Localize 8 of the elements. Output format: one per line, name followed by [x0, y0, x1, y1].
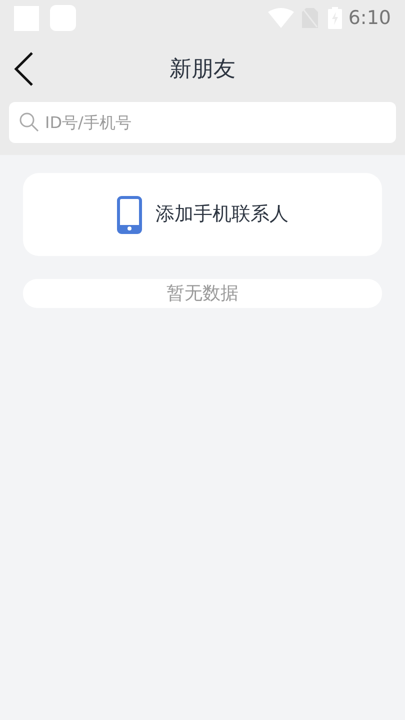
search-icon [19, 112, 39, 132]
add-contacts-button[interactable]: 添加手机联系人 [23, 173, 382, 256]
back-button[interactable] [14, 52, 34, 86]
empty-message: 暂无数据 [166, 282, 238, 306]
phone-icon [116, 196, 142, 234]
status-time: 6:10 [348, 6, 391, 31]
search-field[interactable]: ID号/手机号 [9, 102, 396, 143]
page-title: 新朋友 [170, 56, 236, 84]
